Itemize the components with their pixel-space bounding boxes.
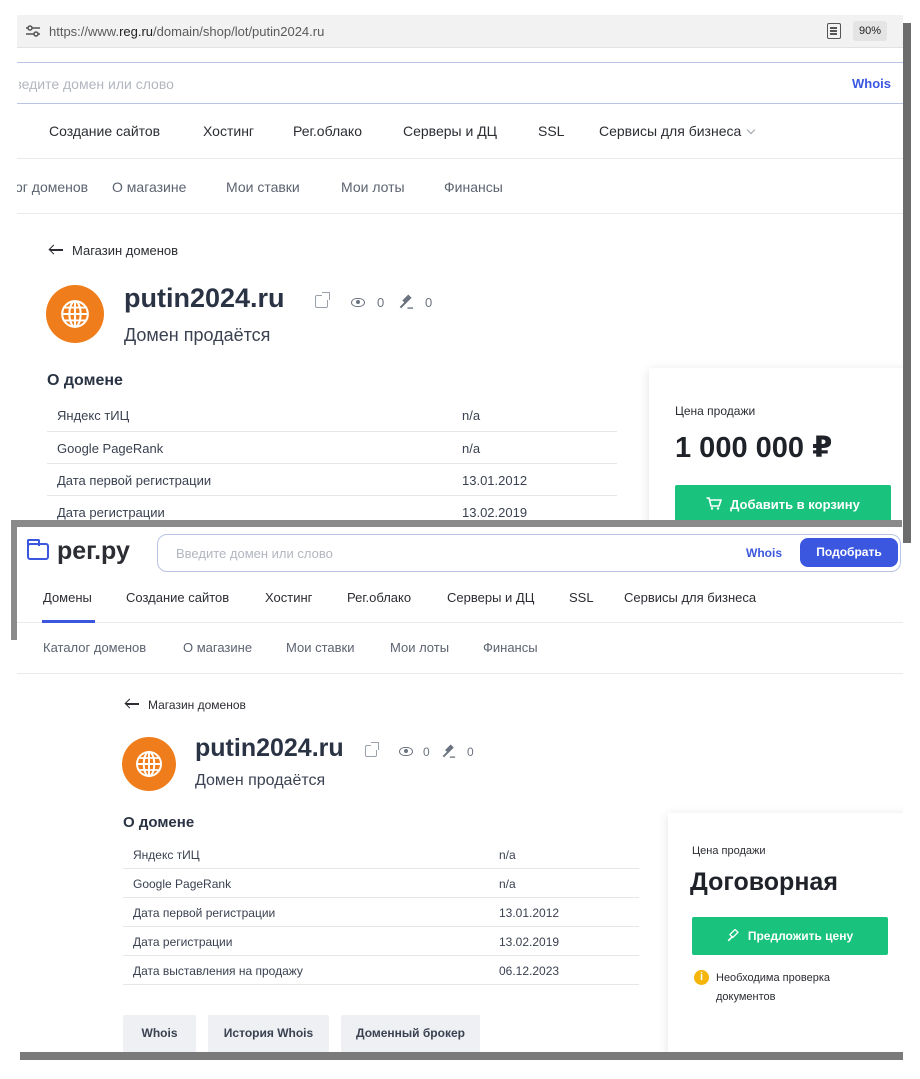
table-row: Google PageRank n/a	[123, 869, 639, 898]
views-count: 0	[377, 295, 385, 310]
search-input[interactable]: Введите домен или слово	[19, 76, 174, 92]
gavel-icon	[399, 294, 414, 309]
bids-count: 0	[467, 745, 474, 759]
nav-item-cloud[interactable]: Рег.облако	[347, 590, 411, 605]
bottom-screenshot: рег.ру Введите домен или слово Whois Под…	[17, 527, 903, 1052]
whois-link[interactable]: Whois	[852, 76, 891, 91]
subnav-item-catalog[interactable]: Каталог доменов	[43, 640, 146, 655]
domain-status: Домен продаётся	[124, 325, 271, 345]
eye-icon	[399, 747, 413, 756]
whois-link[interactable]: Whois	[746, 546, 782, 560]
about-title: О домене	[47, 372, 123, 389]
cart-icon	[706, 497, 723, 510]
subnav-item-lots[interactable]: Мои лоты	[341, 179, 405, 195]
price-card: Цена продажи Договорная Предложить цену …	[668, 813, 903, 1052]
domain-broker-button[interactable]: Доменный брокер	[341, 1015, 480, 1052]
external-link-icon[interactable]	[315, 292, 330, 308]
price-label: Цена продажи	[675, 404, 756, 418]
nav-item-ssl[interactable]: SSL	[538, 123, 564, 139]
pick-button[interactable]: Подобрать	[800, 538, 898, 567]
back-link[interactable]: Магазин доменов	[49, 243, 178, 258]
price-card: Цена продажи 1 000 000 ₽ Добавить в корз…	[649, 368, 903, 535]
subnav-item-catalog[interactable]: Каталог доменов	[17, 179, 88, 195]
back-link[interactable]: Магазин доменов	[125, 698, 246, 712]
active-tab-indicator	[42, 620, 95, 623]
table-row: Дата первой регистрации 13.01.2012	[47, 464, 617, 496]
nav-item-sites[interactable]: Создание сайтов	[49, 123, 160, 139]
table-row: Яндекс тИЦ n/a	[47, 400, 617, 432]
bids-count: 0	[425, 295, 433, 310]
main-nav: Домены Создание сайтов Хостинг Рег.облак…	[17, 577, 903, 623]
nav-item-servers[interactable]: Серверы и ДЦ	[403, 123, 497, 139]
domain-globe-icon	[122, 737, 176, 791]
folder-logo-icon	[26, 539, 49, 560]
table-row: Яндекс тИЦ n/a	[123, 840, 639, 869]
subnav-item-about[interactable]: О магазине	[183, 640, 252, 655]
add-to-cart-button[interactable]: Добавить в корзину	[675, 485, 891, 525]
search-bar: Введите домен или слово Whois Подобрать	[157, 534, 901, 572]
zoom-level[interactable]: 90%	[853, 21, 887, 41]
price-value: Договорная	[690, 868, 838, 896]
whois-button[interactable]: Whois	[123, 1015, 196, 1052]
arrow-left-icon	[49, 245, 63, 255]
nav-item-ssl[interactable]: SSL	[569, 590, 594, 605]
gavel-icon	[442, 744, 456, 758]
top-screenshot: https://www.reg.ru/domain/shop/lot/putin…	[17, 15, 903, 535]
main-nav: Создание сайтов Хостинг Рег.облако Серве…	[17, 105, 903, 159]
site-settings-icon[interactable]	[25, 24, 41, 38]
domain-status: Домен продаётся	[195, 772, 326, 789]
external-link-icon[interactable]	[365, 742, 379, 757]
table-row: Дата первой регистрации 13.01.2012	[123, 898, 639, 927]
views-count: 0	[423, 745, 430, 759]
offer-price-button[interactable]: Предложить цену	[692, 917, 888, 955]
nav-item-domains[interactable]: Домены	[43, 590, 92, 605]
table-row: Google PageRank n/a	[47, 432, 617, 464]
whois-history-button[interactable]: История Whois	[208, 1015, 329, 1052]
table-row: Дата выставления на продажу 06.12.2023	[123, 956, 639, 985]
subnav-item-finance[interactable]: Финансы	[444, 179, 503, 195]
domain-name: putin2024.ru	[195, 734, 344, 762]
domain-name: putin2024.ru	[124, 283, 285, 313]
nav-item-sites[interactable]: Создание сайтов	[126, 590, 229, 605]
documents-note: Необходима проверка документов	[716, 972, 830, 1003]
gavel-icon	[727, 928, 739, 942]
subnav-item-bids[interactable]: Мои ставки	[286, 640, 354, 655]
nav-item-hosting[interactable]: Хостинг	[265, 590, 312, 605]
domain-globe-icon	[46, 285, 104, 343]
site-logo[interactable]: рег.ру	[57, 537, 130, 566]
sub-nav: Каталог доменов О магазине Мои ставки Мо…	[17, 160, 903, 214]
subnav-item-about[interactable]: О магазине	[112, 179, 186, 195]
url-text[interactable]: https://www.reg.ru/domain/shop/lot/putin…	[49, 24, 324, 39]
nav-item-business[interactable]: Сервисы для бизнеса	[624, 590, 756, 605]
chevron-down-icon	[747, 125, 756, 135]
browser-address-bar: https://www.reg.ru/domain/shop/lot/putin…	[17, 15, 903, 48]
subnav-item-lots[interactable]: Мои лоты	[390, 640, 449, 655]
subnav-item-bids[interactable]: Мои ставки	[226, 179, 300, 195]
about-title: О домене	[123, 814, 195, 831]
search-input[interactable]: Введите домен или слово	[176, 546, 333, 561]
price-value: 1 000 000 ₽	[675, 432, 833, 464]
nav-item-servers[interactable]: Серверы и ДЦ	[447, 590, 534, 605]
info-icon: i	[694, 970, 709, 985]
table-row: Дата регистрации 13.02.2019	[123, 927, 639, 956]
eye-icon	[351, 298, 365, 307]
sub-nav: Каталог доменов О магазине Мои ставки Мо…	[17, 624, 903, 674]
price-label: Цена продажи	[692, 845, 766, 857]
nav-item-business[interactable]: Сервисы для бизнеса	[599, 123, 756, 139]
nav-item-hosting[interactable]: Хостинг	[203, 123, 254, 139]
reader-mode-icon[interactable]	[827, 23, 841, 39]
arrow-left-icon	[125, 699, 139, 709]
subnav-item-finance[interactable]: Финансы	[483, 640, 538, 655]
nav-item-cloud[interactable]: Рег.облако	[293, 123, 362, 139]
search-bar: Введите домен или слово Whois	[17, 62, 903, 104]
